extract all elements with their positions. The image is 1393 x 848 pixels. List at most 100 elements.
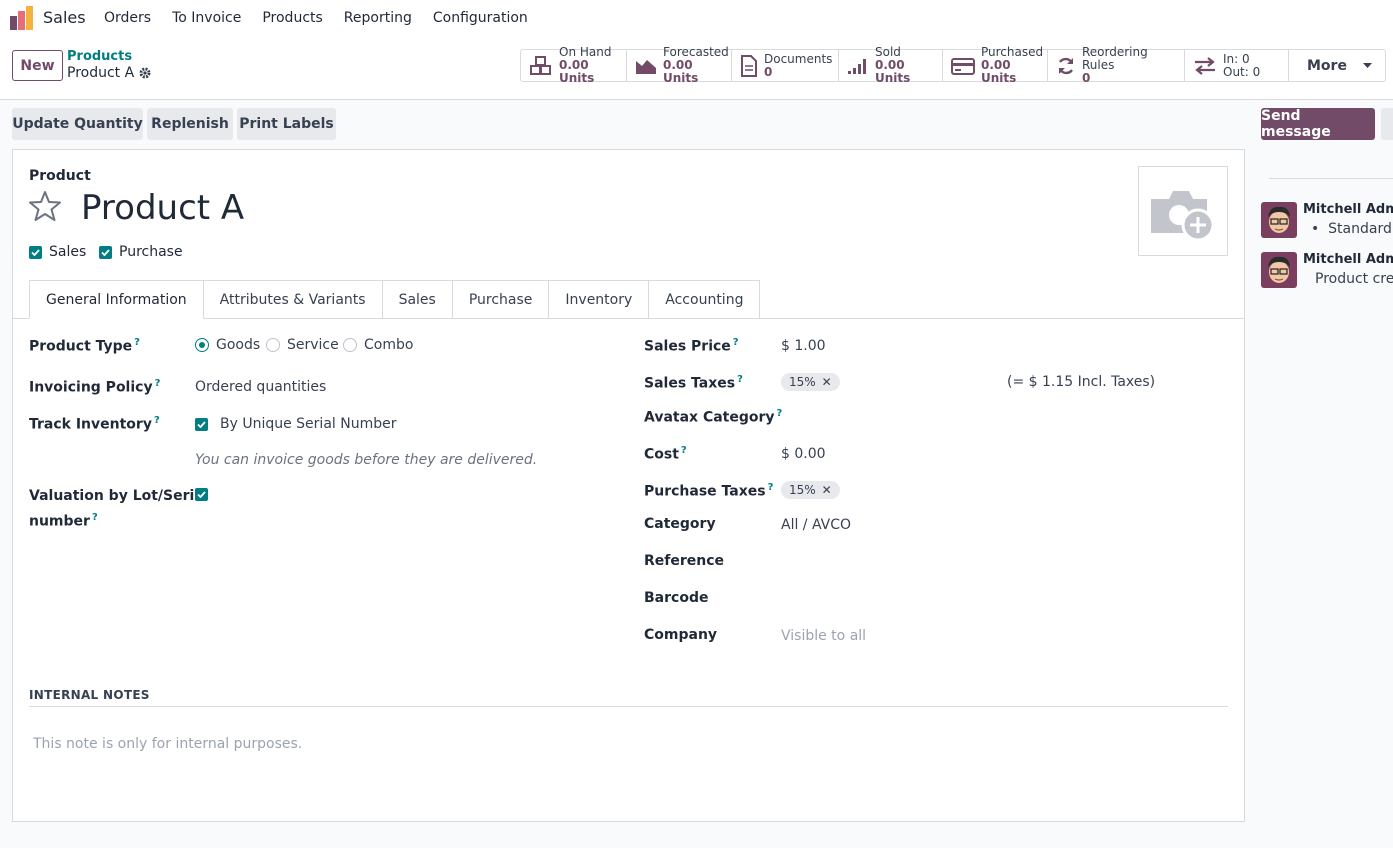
help-icon[interactable]: ? [134, 337, 140, 348]
stat-reordering-label: Reordering Rules [1082, 45, 1148, 72]
product-type-service[interactable]: Service [266, 337, 339, 353]
product-type-label: Product Type? [29, 337, 140, 355]
sales-app-icon[interactable] [10, 6, 34, 30]
purchase-taxes-label: Purchase Taxes? [644, 482, 773, 500]
product-name[interactable]: Product A [81, 188, 244, 228]
remove-tag-icon[interactable]: ✕ [822, 483, 832, 497]
radio-service[interactable] [266, 338, 280, 352]
purchase-checkbox[interactable] [99, 245, 112, 259]
refresh-icon [1058, 57, 1074, 74]
sales-tax-tag-label: 15% [789, 375, 816, 389]
chatter-body: Product crea [1315, 271, 1393, 287]
stat-documents[interactable]: Documents 0 [732, 50, 839, 81]
valuation-label: Valuation by Lot/Serial number? [29, 486, 209, 533]
signal-icon [848, 58, 866, 74]
form-sheet: Product Product A Sales Purchase General… [12, 149, 1245, 822]
chatter-author[interactable]: Mitchell Admin [1303, 252, 1393, 267]
stat-sold[interactable]: Sold 0.00 Units [839, 46, 943, 85]
sales-checkbox[interactable] [29, 245, 42, 259]
menu-orders[interactable]: Orders [104, 10, 151, 26]
gear-icon[interactable] [139, 67, 151, 79]
new-button[interactable]: New [12, 50, 63, 81]
cost-label-text: Cost [644, 446, 679, 463]
category-label: Category [644, 516, 716, 532]
help-icon[interactable]: ? [92, 512, 98, 523]
avatar[interactable] [1261, 202, 1297, 238]
menu-configuration[interactable]: Configuration [433, 10, 528, 26]
track-inventory-checkbox[interactable] [195, 417, 208, 431]
menu-reporting[interactable]: Reporting [344, 10, 412, 26]
chatter-author[interactable]: Mitchell Admin [1303, 202, 1393, 217]
sales-taxes-label: Sales Taxes? [644, 374, 743, 392]
breadcrumb-current-label: Product A [67, 65, 135, 81]
notes-divider [29, 706, 1228, 707]
stat-reordering-rules[interactable]: Reordering Rules 0 [1048, 46, 1185, 85]
avatar[interactable] [1261, 252, 1297, 288]
tab-general-information[interactable]: General Information [29, 280, 204, 319]
help-icon[interactable]: ? [155, 378, 161, 389]
company-field[interactable]: Visible to all [781, 628, 866, 644]
stat-reordering-value: 0 [1082, 71, 1091, 85]
tab-accounting[interactable]: Accounting [649, 280, 761, 319]
replenish-button[interactable]: Replenish [147, 108, 233, 140]
cost-field[interactable]: $ 0.00 [781, 446, 826, 462]
breadcrumb-parent[interactable]: Products [67, 49, 132, 64]
radio-combo[interactable] [343, 338, 357, 352]
purchase-taxes-field[interactable]: 15% ✕ [781, 481, 840, 499]
valuation-checkbox[interactable] [195, 488, 208, 501]
stat-sold-value: 0.00 Units [875, 58, 911, 85]
help-icon[interactable]: ? [681, 445, 687, 456]
print-labels-button[interactable]: Print Labels [237, 108, 336, 140]
control-panel: New Products Product A On Hand 0.00 Units… [0, 36, 1393, 100]
help-icon[interactable]: ? [154, 415, 160, 426]
purchase-toggle[interactable]: Purchase [99, 244, 183, 260]
stat-forecasted[interactable]: Forecasted 0.00 Units [627, 46, 732, 85]
internal-notes-field[interactable]: This note is only for internal purposes. [33, 736, 302, 752]
track-inventory-field[interactable]: By Unique Serial Number [195, 416, 396, 432]
product-type-goods[interactable]: Goods [195, 337, 260, 353]
app-name[interactable]: Sales [43, 8, 86, 27]
send-message-button[interactable]: Send message [1261, 108, 1375, 140]
stat-on-hand[interactable]: On Hand 0.00 Units [521, 46, 627, 85]
barcode-field[interactable] [781, 587, 1221, 611]
category-field[interactable]: All / AVCO [781, 517, 851, 533]
product-type-combo[interactable]: Combo [343, 337, 413, 353]
menu-to-invoice[interactable]: To Invoice [172, 10, 241, 26]
camera-plus-icon [1151, 191, 1215, 242]
sales-toggle[interactable]: Sales [29, 244, 86, 260]
stat-more-button[interactable]: More [1289, 50, 1385, 81]
avatax-category-field[interactable] [781, 405, 1221, 429]
stat-in-out[interactable]: In: 0 Out: 0 [1185, 50, 1289, 81]
help-icon[interactable]: ? [737, 374, 743, 385]
tab-attributes-variants[interactable]: Attributes & Variants [203, 280, 383, 319]
log-note-button[interactable] [1381, 108, 1393, 140]
sales-price-field[interactable]: $ 1.00 [781, 338, 826, 354]
valuation-label-line2: number [29, 513, 90, 530]
reference-label: Reference [644, 553, 725, 569]
remove-tag-icon[interactable]: ✕ [822, 375, 832, 389]
help-icon[interactable]: ? [768, 482, 774, 493]
update-quantity-button[interactable]: Update Quantity [12, 108, 143, 140]
menu-products[interactable]: Products [262, 10, 322, 26]
stat-documents-value: 0 [764, 64, 773, 79]
radio-service-label: Service [287, 337, 339, 353]
stat-purchased-value: 0.00 Units [981, 58, 1017, 85]
reference-field[interactable] [781, 550, 1221, 574]
notebook-tabs: General Information Attributes & Variant… [29, 280, 761, 319]
invoicing-policy-field[interactable]: Ordered quantities [195, 379, 326, 395]
radio-goods[interactable] [195, 338, 209, 352]
valuation-label-line1: Valuation by Lot/Serial [29, 488, 209, 504]
help-icon[interactable]: ? [733, 337, 739, 348]
sales-taxes-field[interactable]: 15% ✕ [781, 373, 840, 391]
stat-purchased[interactable]: Purchased 0.00 Units [943, 46, 1048, 85]
tracking-select[interactable]: By Unique Serial Number [220, 416, 396, 432]
sales-price-label: Sales Price? [644, 337, 739, 355]
product-image[interactable] [1138, 166, 1228, 256]
tab-purchase[interactable]: Purchase [452, 280, 550, 319]
area-chart-icon [636, 59, 656, 74]
stat-forecasted-value: 0.00 Units [663, 58, 699, 85]
star-icon[interactable] [29, 190, 61, 222]
tab-sales[interactable]: Sales [382, 280, 453, 319]
cost-label: Cost? [644, 445, 687, 463]
tab-inventory[interactable]: Inventory [549, 280, 650, 319]
